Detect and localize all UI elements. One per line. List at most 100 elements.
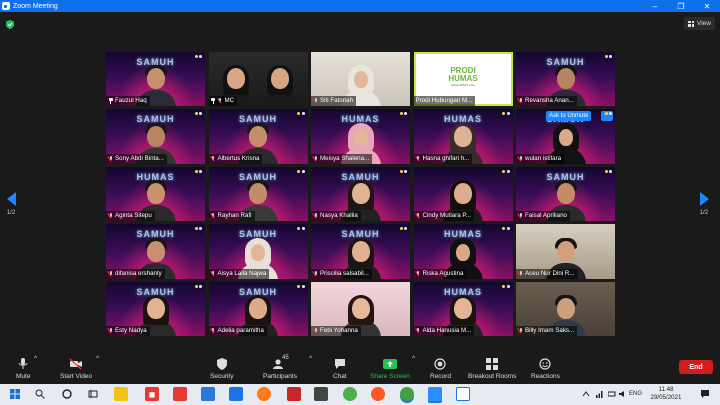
search-icon[interactable] bbox=[33, 387, 47, 401]
chat-button[interactable]: Chat bbox=[333, 358, 347, 380]
participant-tile[interactable]: HUMAS Aginta Sitepu bbox=[106, 166, 205, 222]
corner-logos-icon bbox=[604, 55, 612, 58]
participant-tile[interactable]: HUMAS Riska Agustina bbox=[413, 224, 513, 279]
participant-video bbox=[258, 62, 302, 107]
mute-button[interactable]: Mute bbox=[16, 358, 30, 380]
breakout-rooms-label: Breakout Rooms bbox=[468, 373, 517, 380]
maximize-button[interactable]: ❐ bbox=[668, 0, 694, 12]
participant-tile[interactable]: SAMUH Faisal Apriliano bbox=[516, 166, 615, 222]
participant-tile[interactable]: Siti Fatonah bbox=[311, 52, 410, 107]
encryption-shield-icon[interactable] bbox=[6, 20, 14, 29]
battery-icon[interactable] bbox=[608, 390, 616, 398]
participant-name-bar: Faisal Apriliano bbox=[516, 211, 570, 222]
participants-count: 45 bbox=[281, 355, 289, 361]
mail-icon[interactable] bbox=[229, 387, 243, 401]
page-indicator-left: 1/2 bbox=[6, 210, 16, 216]
participants-options-caret[interactable]: ^ bbox=[309, 355, 312, 362]
participant-name: Aceu Nur Dini R... bbox=[525, 269, 575, 277]
participant-name-bar: Fauzul Haq bbox=[106, 96, 150, 107]
participant-tile[interactable]: SAMUH Fauzul Haq bbox=[106, 52, 205, 107]
next-page-button[interactable]: 1/2 bbox=[697, 192, 711, 216]
participant-tile[interactable]: HUMAS Alda Hanusia M... bbox=[413, 281, 513, 336]
share-screen-button[interactable]: Share Screen bbox=[370, 358, 410, 380]
corner-logos-icon bbox=[399, 169, 407, 173]
participant-name-bar: difanisa ershanty bbox=[106, 268, 165, 279]
participant-tile[interactable]: SAMUH Rayhan Rafi bbox=[208, 166, 308, 222]
store-icon[interactable] bbox=[314, 387, 328, 401]
participant-tile[interactable]: Cindy Mutiara P... bbox=[413, 166, 513, 222]
participant-tile[interactable]: SAMUH Revansha Anan... bbox=[516, 52, 615, 107]
reactions-button[interactable]: Reactions bbox=[531, 358, 560, 380]
chrome-icon[interactable] bbox=[343, 387, 357, 401]
participant-tile[interactable]: SAMUH Adelia paramitha bbox=[208, 281, 308, 336]
participant-tile[interactable]: SAMUH Sony Abdi Binta... bbox=[106, 109, 205, 164]
page-indicator-right: 1/2 bbox=[699, 210, 709, 216]
corner-logos-icon bbox=[502, 112, 510, 116]
record-button[interactable]: Record bbox=[430, 358, 451, 380]
title-bar: Zoom Meeting – ❐ ✕ bbox=[0, 0, 720, 12]
task-view-icon[interactable] bbox=[86, 387, 100, 401]
share-options-caret[interactable]: ^ bbox=[412, 355, 415, 362]
participant-name: Faisal Apriliano bbox=[525, 212, 567, 220]
prodi-humas-logo: PRODI HUMAS www.UPNVJ.com bbox=[444, 58, 482, 96]
participant-name-bar: Cindy Mutiara P... bbox=[413, 211, 474, 222]
participant-tile[interactable]: Febi Yohanna bbox=[311, 281, 410, 336]
participant-tile[interactable]: SAMUHAsk to Unmute···wulan istifara bbox=[516, 109, 615, 164]
participant-name-bar: Adelia paramitha bbox=[208, 325, 267, 336]
office-icon[interactable] bbox=[173, 387, 187, 401]
participant-tile[interactable]: HUMAS Meisya Shalena... bbox=[311, 109, 410, 164]
word-icon[interactable] bbox=[456, 387, 470, 401]
chrome-active-icon[interactable] bbox=[400, 387, 414, 401]
ask-to-unmute-button[interactable]: Ask to Unmute bbox=[546, 111, 592, 122]
corner-logos-icon bbox=[604, 112, 612, 116]
participant-name: Adelia paramitha bbox=[217, 326, 264, 334]
windows-start-icon[interactable] bbox=[8, 387, 22, 401]
participant-tile[interactable]: SAMUH difanisa ershanty bbox=[106, 224, 205, 279]
edge-icon[interactable] bbox=[201, 387, 215, 401]
firefox-icon[interactable] bbox=[257, 387, 271, 401]
participant-tile[interactable]: MC bbox=[208, 52, 308, 107]
start-video-button[interactable]: Start Video bbox=[60, 358, 92, 380]
browser-icon[interactable] bbox=[371, 387, 385, 401]
participant-tile[interactable]: SAMUH Aisya Laila Najwa bbox=[208, 224, 308, 279]
previous-page-button[interactable]: 1/2 bbox=[4, 192, 18, 216]
participant-tile[interactable]: Aceu Nur Dini R... bbox=[516, 224, 615, 279]
participant-name: Aginta Sitepu bbox=[115, 212, 152, 220]
mute-options-caret[interactable]: ^ bbox=[34, 355, 37, 362]
close-button[interactable]: ✕ bbox=[694, 0, 720, 12]
minimize-button[interactable]: – bbox=[642, 0, 668, 12]
participant-tile[interactable]: SAMUH Nasya Khalila bbox=[311, 166, 410, 222]
reactions-label: Reactions bbox=[531, 373, 560, 380]
breakout-rooms-button[interactable]: Breakout Rooms bbox=[468, 358, 516, 380]
zoom-taskbar-icon[interactable] bbox=[428, 387, 442, 401]
video-options-caret[interactable]: ^ bbox=[96, 355, 99, 362]
participants-button[interactable]: 45 Participants bbox=[263, 355, 297, 380]
powerpoint-icon[interactable] bbox=[287, 387, 301, 401]
participant-name: Hasna ghifari h... bbox=[422, 154, 470, 162]
participant-tile[interactable]: PRODI HUMAS www.UPNVJ.com Prodi Hubungan M.… bbox=[413, 52, 513, 107]
view-button[interactable]: View bbox=[684, 17, 715, 30]
notifications-icon[interactable] bbox=[701, 390, 709, 398]
tray-up-icon[interactable] bbox=[582, 390, 590, 398]
participant-tile[interactable]: SAMUH Priscilia salsabil... bbox=[311, 224, 410, 279]
participant-tile[interactable]: SAMUH Albertus Krisna bbox=[208, 109, 308, 164]
participant-tile[interactable]: Billy Imam Saks... bbox=[516, 281, 615, 336]
app-red-icon[interactable]: ◼ bbox=[145, 387, 159, 401]
participant-name-bar: Aceu Nur Dini R... bbox=[516, 268, 578, 279]
volume-icon[interactable] bbox=[619, 390, 627, 398]
cortana-icon[interactable] bbox=[60, 387, 74, 401]
view-label: View bbox=[697, 20, 711, 27]
participant-tile[interactable]: SAMUH Esty Nadya bbox=[106, 281, 205, 336]
share-screen-label: Share Screen bbox=[370, 373, 410, 380]
file-explorer-icon[interactable] bbox=[114, 387, 128, 401]
participant-tile[interactable]: HUMAS Hasna ghifari h... bbox=[413, 109, 513, 164]
system-clock[interactable]: 11.48 29/05/2021 bbox=[640, 386, 692, 402]
end-meeting-button[interactable]: End bbox=[679, 360, 713, 374]
caret-up-icon: ^ bbox=[412, 355, 416, 362]
participant-name: Alda Hanusia M... bbox=[422, 326, 472, 334]
muted-microphone-icon bbox=[108, 327, 113, 334]
muted-microphone-icon bbox=[211, 155, 216, 162]
security-button[interactable]: Security bbox=[210, 358, 233, 380]
participants-label: Participants bbox=[263, 373, 297, 380]
network-icon[interactable] bbox=[596, 390, 604, 398]
